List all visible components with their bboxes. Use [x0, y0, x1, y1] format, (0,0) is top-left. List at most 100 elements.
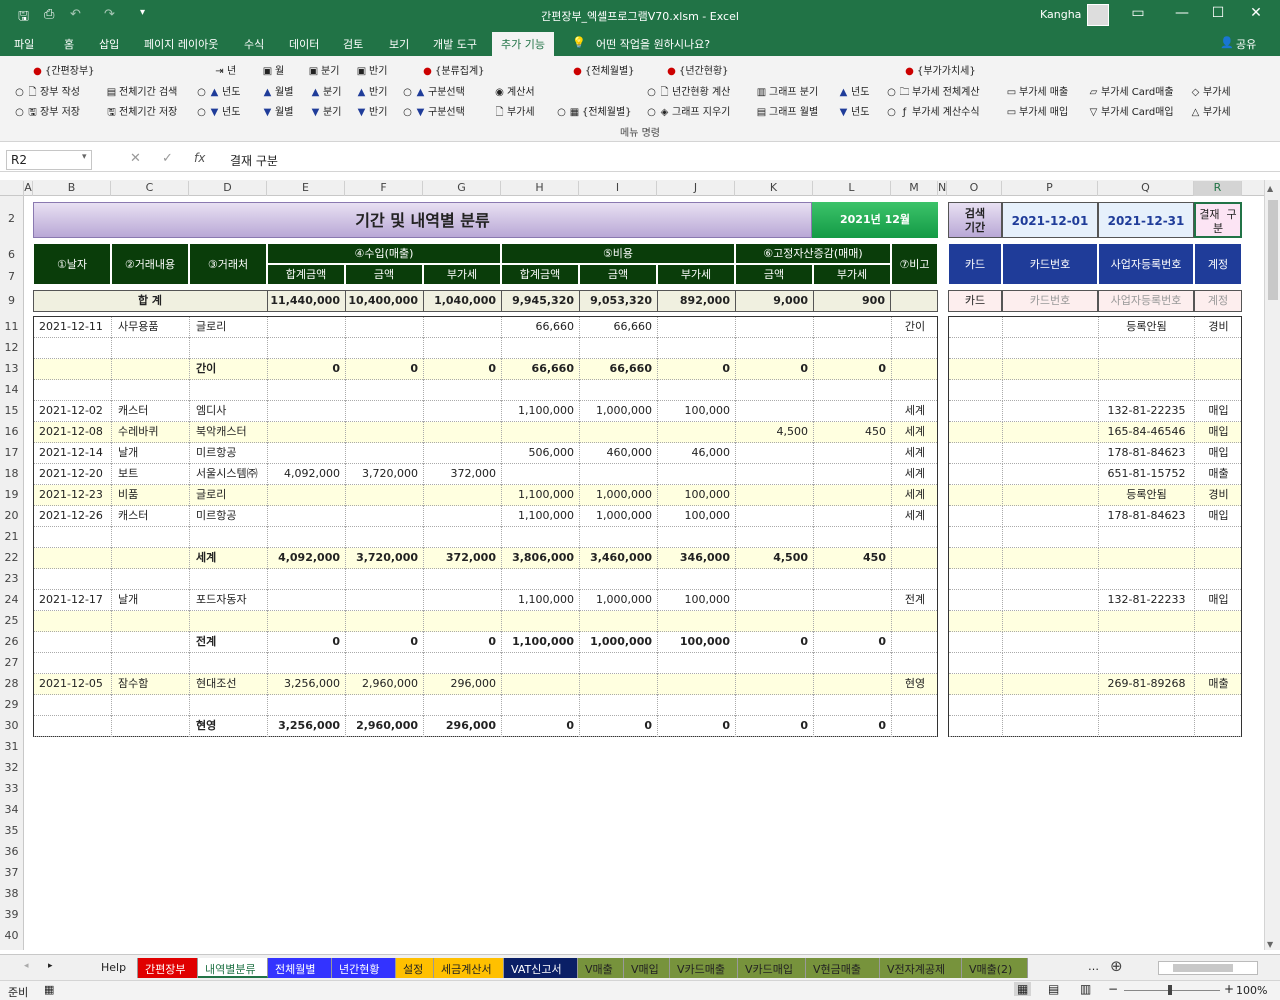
menu-monthly-up[interactable]: ▲ 월별	[262, 83, 294, 98]
sheet-tab[interactable]: V현금매출	[806, 958, 880, 978]
cell-income-amount[interactable]	[345, 653, 423, 674]
cell-card[interactable]	[948, 695, 1002, 716]
cell-asset-vat[interactable]	[813, 317, 891, 338]
cell-date[interactable]	[33, 653, 111, 674]
row-header[interactable]: 19	[0, 488, 23, 501]
cell-expense-amount[interactable]	[579, 611, 657, 632]
cell-income-total[interactable]	[267, 317, 345, 338]
cell-card-number[interactable]	[1002, 506, 1098, 527]
cell-income-total[interactable]	[267, 569, 345, 590]
cell-asset-vat[interactable]	[813, 506, 891, 527]
cell-description[interactable]	[111, 716, 189, 737]
cell-note[interactable]	[891, 695, 938, 716]
cell-date[interactable]: 2021-12-17	[33, 590, 111, 611]
cell-vendor[interactable]: 엠디사	[189, 401, 267, 422]
cell-card[interactable]	[948, 716, 1002, 737]
cell-income-amount[interactable]	[345, 506, 423, 527]
cell-expense-amount[interactable]	[579, 338, 657, 359]
menu-vat-purchase[interactable]: ▭ 부가세 매입	[1006, 103, 1068, 118]
cell-description[interactable]: 잠수함	[111, 674, 189, 695]
cell-account[interactable]	[1194, 632, 1242, 653]
menu-save-all[interactable]: 🖫 전체기간 저장	[106, 103, 177, 122]
cell-expense-vat[interactable]	[657, 569, 735, 590]
cell-expense-vat[interactable]: 0	[657, 359, 735, 380]
cell-expense-amount[interactable]	[579, 653, 657, 674]
cell-expense-vat[interactable]: 100,000	[657, 632, 735, 653]
cell-income-vat[interactable]: 296,000	[423, 674, 501, 695]
tab-formulas[interactable]: 수식	[244, 36, 264, 52]
menu-half[interactable]: ▣ 반기	[356, 62, 388, 77]
cell-business-number[interactable]: 등록안됨	[1098, 485, 1194, 506]
cell-date[interactable]: 2021-12-02	[33, 401, 111, 422]
cell-card[interactable]	[948, 317, 1002, 338]
cell-account[interactable]	[1194, 380, 1242, 401]
cell-expense-amount[interactable]: 66,660	[579, 359, 657, 380]
cell-expense-amount[interactable]: 1,000,000	[579, 590, 657, 611]
cell-note[interactable]	[891, 653, 938, 674]
col-header-n[interactable]: N	[938, 181, 947, 196]
col-header-j[interactable]: J	[657, 181, 735, 196]
menu-yearly-status[interactable]: ● {년간현황}	[666, 62, 728, 77]
cell-card-number[interactable]	[1002, 716, 1098, 737]
cell-income-total[interactable]	[267, 506, 345, 527]
menu-year[interactable]: ⇥ 년	[214, 62, 236, 77]
cell-asset-vat[interactable]	[813, 380, 891, 401]
menu-vat[interactable]: ● {부가가치세}	[904, 62, 976, 77]
cell-expense-total[interactable]	[501, 695, 579, 716]
cell-note[interactable]: 현영	[891, 674, 938, 695]
cell-expense-amount[interactable]: 66,660	[579, 317, 657, 338]
cell-income-amount[interactable]	[345, 569, 423, 590]
cell-card[interactable]	[948, 527, 1002, 548]
menu-vat-small[interactable]: 🗋 부가세	[494, 103, 534, 122]
row-header[interactable]: 29	[0, 698, 23, 711]
cell-expense-amount[interactable]: 3,460,000	[579, 548, 657, 569]
menu-graph-monthly[interactable]: ▤ 그래프 월별	[756, 103, 818, 118]
cell-income-vat[interactable]	[423, 485, 501, 506]
select-all-corner[interactable]	[0, 181, 24, 196]
cell-asset-amount[interactable]	[735, 527, 813, 548]
cell-income-amount[interactable]: 0	[345, 359, 423, 380]
menu-yearly-calc[interactable]: ○ 🗋 년간현황 계산	[646, 83, 730, 102]
cell-asset-vat[interactable]	[813, 611, 891, 632]
cell-income-total[interactable]	[267, 590, 345, 611]
cell-expense-total[interactable]: 1,100,000	[501, 506, 579, 527]
cell-expense-total[interactable]: 66,660	[501, 317, 579, 338]
cell-income-amount[interactable]: 3,720,000	[345, 548, 423, 569]
cell-vendor[interactable]	[189, 695, 267, 716]
avatar[interactable]	[1087, 4, 1109, 26]
close-icon[interactable]: ✕	[1246, 5, 1266, 21]
row-header[interactable]: 14	[0, 383, 23, 396]
cell-business-number[interactable]: 165-84-46546	[1098, 422, 1194, 443]
cell-note[interactable]	[891, 338, 938, 359]
cell-expense-total[interactable]: 0	[501, 716, 579, 737]
zoom-slider[interactable]	[1124, 990, 1220, 991]
cell-income-total[interactable]	[267, 338, 345, 359]
cell-income-vat[interactable]	[423, 380, 501, 401]
cell-card-number[interactable]	[1002, 317, 1098, 338]
cell-income-total[interactable]	[267, 611, 345, 632]
cell-account[interactable]	[1194, 716, 1242, 737]
row-header[interactable]: 36	[0, 845, 23, 858]
menu-year-down[interactable]: ○ ▼ 년도	[196, 103, 240, 118]
menu-graph-year-up[interactable]: ▲ 년도	[838, 83, 870, 98]
cell-expense-amount[interactable]	[579, 695, 657, 716]
cell-date[interactable]: 2021-12-08	[33, 422, 111, 443]
tab-home[interactable]: 홈	[64, 36, 74, 52]
cell-description[interactable]	[111, 338, 189, 359]
cell-card[interactable]	[948, 485, 1002, 506]
approval-type-cell[interactable]: 결재 구 분	[1194, 202, 1242, 238]
cell-expense-vat[interactable]: 100,000	[657, 485, 735, 506]
cell-description[interactable]	[111, 569, 189, 590]
cell-card[interactable]	[948, 548, 1002, 569]
cell-card[interactable]	[948, 611, 1002, 632]
cell-expense-total[interactable]: 1,100,000	[501, 590, 579, 611]
cell-business-number[interactable]	[1098, 716, 1194, 737]
cell-card[interactable]	[948, 569, 1002, 590]
maximize-icon[interactable]: ☐	[1208, 5, 1228, 21]
name-box[interactable]: R2	[6, 150, 92, 170]
cell-business-number[interactable]	[1098, 653, 1194, 674]
col-header-a[interactable]: A	[24, 181, 33, 196]
scroll-down-icon[interactable]: ▼	[1267, 940, 1273, 949]
cell-business-number[interactable]: 132-81-22233	[1098, 590, 1194, 611]
cell-card-number[interactable]	[1002, 569, 1098, 590]
